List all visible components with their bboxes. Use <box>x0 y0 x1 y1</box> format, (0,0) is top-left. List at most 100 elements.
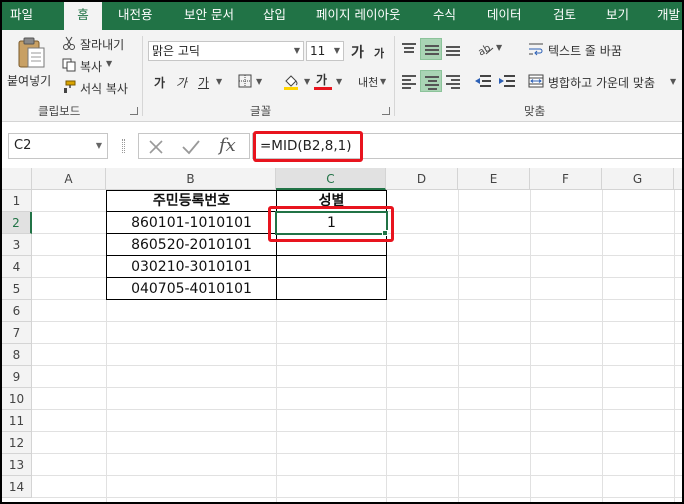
align-left-button[interactable] <box>398 70 420 92</box>
cut-button[interactable]: 잘라내기 <box>80 36 124 53</box>
phonetic-dropdown-icon[interactable]: ▼ <box>380 77 386 86</box>
tab-review[interactable]: 검토 <box>553 2 576 30</box>
gridline <box>32 321 682 322</box>
align-right-button[interactable] <box>442 70 464 92</box>
fill-color-icon[interactable] <box>282 72 300 90</box>
underline-dropdown-icon[interactable]: ▼ <box>216 77 222 86</box>
font-group-label: 글꼴 <box>250 104 272 118</box>
cell-b3[interactable]: 860520-2010101 <box>107 234 276 256</box>
align-right-icon <box>446 75 460 91</box>
row-header-3[interactable]: 3 <box>2 234 32 256</box>
row-header-13[interactable]: 13 <box>2 454 32 476</box>
tab-security-docs[interactable]: 보안 문서 <box>184 2 234 30</box>
row-header-11[interactable]: 11 <box>2 410 32 432</box>
orientation-icon[interactable]: ab <box>476 40 494 58</box>
font-name-combo[interactable]: 맑은 고딕 ▼ <box>148 41 304 61</box>
align-bottom-icon <box>446 46 460 58</box>
cell-b2[interactable]: 860101-1010101 <box>107 212 276 234</box>
merge-center-button[interactable]: 병합하고 가운데 맞춤 <box>548 74 655 91</box>
increase-indent-icon[interactable] <box>498 74 516 88</box>
italic-button[interactable]: 가 <box>176 74 187 91</box>
orientation-dropdown-icon[interactable]: ▼ <box>496 43 502 52</box>
insert-function-button[interactable]: fx <box>219 135 236 156</box>
column-header-g[interactable]: G <box>602 168 674 190</box>
enter-check-icon[interactable] <box>181 138 201 156</box>
row-header-8[interactable]: 8 <box>2 344 32 366</box>
font-name-value: 맑은 고딕 <box>152 44 200 58</box>
row-header-9[interactable]: 9 <box>2 366 32 388</box>
tab-developer[interactable]: 개발 <box>657 2 680 30</box>
copy-button[interactable]: 복사 <box>80 58 102 75</box>
column-header-c[interactable]: C <box>276 168 386 190</box>
tab-view[interactable]: 보기 <box>606 2 629 30</box>
borders-dropdown-icon[interactable]: ▼ <box>256 77 262 86</box>
align-top-button[interactable] <box>398 38 420 60</box>
name-box[interactable]: C2 ▼ <box>8 133 108 159</box>
cell-b4[interactable]: 030210-3010101 <box>107 256 276 278</box>
font-size-combo[interactable]: 11 ▼ <box>306 41 344 61</box>
chevron-down-icon: ▼ <box>333 46 340 55</box>
align-bottom-button[interactable] <box>442 38 464 60</box>
copy-dropdown-icon[interactable]: ▼ <box>106 59 112 68</box>
cell-b5[interactable]: 040705-4010101 <box>107 278 276 300</box>
splitter-handle[interactable] <box>122 139 125 153</box>
wrap-text-button[interactable]: 텍스트 줄 바꿈 <box>548 42 622 59</box>
paste-button[interactable]: 붙여넣기 <box>7 72 51 89</box>
gridline <box>32 409 682 410</box>
wrap-text-icon <box>528 41 544 57</box>
font-size-value: 11 <box>310 44 326 58</box>
column-header-f[interactable]: F <box>530 168 602 190</box>
gridline <box>32 497 682 498</box>
underline-button[interactable]: 가 <box>198 74 209 91</box>
row-header-12[interactable]: 12 <box>2 432 32 454</box>
divider <box>394 36 395 116</box>
select-all-corner[interactable] <box>2 168 32 190</box>
bold-button[interactable]: 가 <box>154 74 165 91</box>
cancel-icon[interactable] <box>147 138 165 156</box>
borders-icon[interactable] <box>238 74 252 88</box>
column-header-b[interactable]: B <box>106 168 276 190</box>
cell-b1[interactable]: 주민등록번호 <box>107 190 276 212</box>
row-header-5[interactable]: 5 <box>2 278 32 300</box>
ribbon-tab-bar: 파일 홈 내전용 보안 문서 삽입 페이지 레이아웃 수식 데이터 검토 보기 … <box>2 2 682 30</box>
merge-center-icon <box>528 73 544 89</box>
tab-formulas[interactable]: 수식 <box>433 2 456 30</box>
align-middle-button[interactable] <box>420 38 442 60</box>
tab-page-layout[interactable]: 페이지 레이아웃 <box>316 2 400 30</box>
font-color-dropdown-icon[interactable]: ▼ <box>336 77 342 86</box>
row-header-1[interactable]: 1 <box>2 190 32 212</box>
font-launcher-icon[interactable] <box>382 107 390 115</box>
clipboard-launcher-icon[interactable] <box>130 107 138 115</box>
column-header-e[interactable]: E <box>458 168 530 190</box>
paste-icon[interactable] <box>14 36 50 70</box>
formula-buttons: fx <box>138 133 250 159</box>
phonetic-button[interactable]: 내천 <box>358 74 378 90</box>
decrease-indent-icon[interactable] <box>474 74 492 88</box>
row-header-2[interactable]: 2 <box>2 212 32 234</box>
column-header-d[interactable]: D <box>386 168 458 190</box>
grow-font-button[interactable]: 가 <box>351 42 364 62</box>
row-header-14[interactable]: 14 <box>2 476 32 498</box>
shrink-font-button[interactable]: 가 <box>374 45 384 61</box>
tab-personal[interactable]: 내전용 <box>118 2 153 30</box>
format-painter-button[interactable]: 서식 복사 <box>80 80 128 97</box>
clipboard-group-label: 클립보드 <box>38 104 81 118</box>
tab-file[interactable]: 파일 <box>10 2 44 30</box>
alignment-group-label: 맞춤 <box>524 104 546 118</box>
merge-dropdown-icon[interactable]: ▼ <box>670 77 676 86</box>
formula-bar: C2 ▼ fx =MID(B2,8,1) <box>2 130 682 162</box>
row-header-7[interactable]: 7 <box>2 322 32 344</box>
tab-insert[interactable]: 삽입 <box>263 2 286 30</box>
fill-color-dropdown-icon[interactable]: ▼ <box>304 77 310 86</box>
align-center-button[interactable] <box>420 70 442 92</box>
gridline <box>32 365 682 366</box>
worksheet-grid[interactable]: A B C D E F G 1 2 3 4 5 6 7 8 9 10 11 12… <box>2 168 682 502</box>
row-header-4[interactable]: 4 <box>2 256 32 278</box>
cell-highlight-box <box>268 206 394 242</box>
column-header-a[interactable]: A <box>32 168 106 190</box>
tab-data[interactable]: 데이터 <box>487 2 522 30</box>
font-color-button[interactable]: 가 <box>316 71 327 88</box>
tab-home[interactable]: 홈 <box>64 2 102 30</box>
row-header-10[interactable]: 10 <box>2 388 32 410</box>
row-header-6[interactable]: 6 <box>2 300 32 322</box>
